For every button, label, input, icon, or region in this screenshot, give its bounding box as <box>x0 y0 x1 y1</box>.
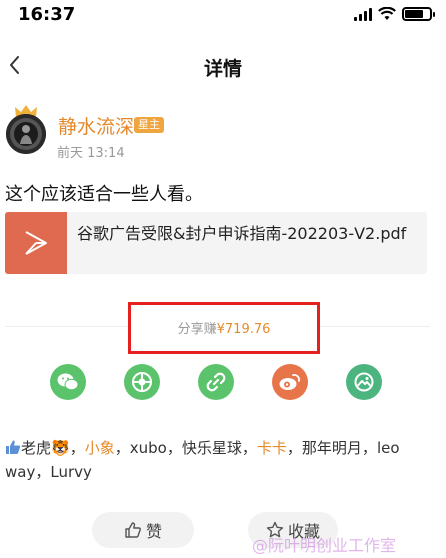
share-buttons <box>0 364 446 400</box>
link-icon <box>206 372 226 392</box>
divider-right <box>320 326 430 327</box>
share-link-button[interactable] <box>198 364 234 400</box>
like-user[interactable]: 快乐星球 <box>182 439 242 457</box>
post-text: 这个应该适合一些人看。 <box>5 184 203 205</box>
battery-icon <box>402 7 435 21</box>
weibo-icon <box>279 374 300 390</box>
watermark: @阮叶明创业工作室 <box>252 536 397 555</box>
like-separator: ， <box>69 439 85 457</box>
likes-users: 老虎🐯，小象，xubo，快乐星球，卡卡，那年明月，leo way，Lurvy <box>5 439 400 481</box>
thumbs-up-icon <box>6 440 21 454</box>
battery-level <box>405 10 423 18</box>
like-separator: ， <box>361 439 377 457</box>
file-attachment[interactable]: 谷歌广告受限&封户申诉指南-202203-V2.pdf <box>5 212 427 274</box>
status-time: 16:37 <box>18 4 76 25</box>
like-separator: ， <box>286 439 302 457</box>
likes-list: 老虎🐯，小象，xubo，快乐星球，卡卡，那年明月，leo way，Lurvy <box>5 436 435 484</box>
avatar[interactable] <box>6 114 46 154</box>
image-icon <box>354 372 374 392</box>
pdf-file-icon <box>5 212 67 274</box>
status-icons <box>354 7 435 21</box>
author-avatar-wrap[interactable] <box>6 104 46 156</box>
like-separator: ， <box>114 439 130 457</box>
share-weibo-button[interactable] <box>272 364 308 400</box>
post-time: 前天 13:14 <box>57 146 125 161</box>
wechat-icon <box>57 373 79 391</box>
share-earn-label: 分享赚 <box>177 322 217 337</box>
file-name[interactable]: 谷歌广告受限&封户申诉指南-202203-V2.pdf <box>77 224 417 244</box>
moments-icon <box>132 372 152 392</box>
share-image-button[interactable] <box>346 364 382 400</box>
share-earn-amount: ¥719.76 <box>216 322 271 337</box>
like-user[interactable]: Lurvy <box>50 463 92 481</box>
like-separator: ， <box>35 463 51 481</box>
like-separator: ， <box>166 439 182 457</box>
cellular-signal-icon <box>354 7 372 21</box>
share-moments-button[interactable] <box>124 364 160 400</box>
share-wechat-button[interactable] <box>50 364 86 400</box>
wifi-icon <box>378 7 396 20</box>
nav-bar: 详情 <box>0 44 446 88</box>
share-earn-text[interactable]: 分享赚¥719.76 <box>128 318 320 337</box>
like-separator: ， <box>241 439 257 457</box>
like-user[interactable]: 老虎🐯 <box>21 439 70 457</box>
like-button[interactable]: 赞 <box>92 512 194 548</box>
author-name[interactable]: 静水流深 <box>58 112 134 139</box>
page-title: 详情 <box>203 58 242 80</box>
like-user[interactable]: 那年明月 <box>302 439 362 457</box>
like-user[interactable]: xubo <box>130 439 167 457</box>
divider-left <box>5 326 129 327</box>
author-role-badge: 星主 <box>134 117 164 133</box>
status-bar: 16:37 <box>0 0 446 30</box>
like-user[interactable]: 小象 <box>85 439 115 457</box>
thumbs-up-outline-icon <box>125 522 141 538</box>
like-label: 赞 <box>145 522 162 541</box>
like-user[interactable]: 卡卡 <box>257 439 287 457</box>
